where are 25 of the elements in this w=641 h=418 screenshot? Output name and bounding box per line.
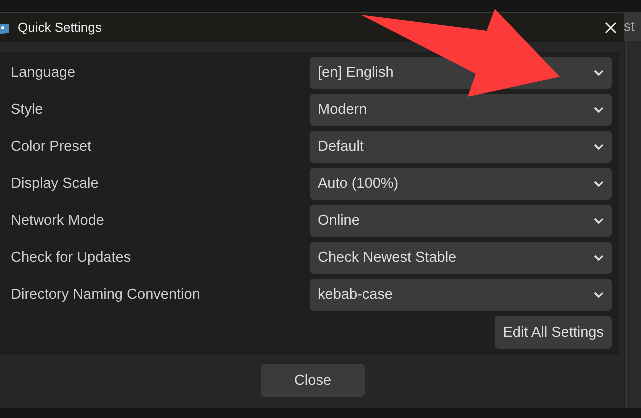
window-title: Quick Settings — [18, 20, 103, 35]
chevron-down-icon — [594, 106, 604, 114]
chevron-down-icon — [594, 144, 604, 150]
chevron-down-icon — [594, 254, 604, 262]
dropdown[interactable]: Modern — [310, 94, 612, 126]
setting-label: Network Mode — [11, 213, 106, 229]
close-icon[interactable] — [605, 22, 617, 34]
chevron-down-icon — [594, 218, 604, 224]
close-button[interactable]: Close — [261, 364, 365, 397]
setting-label: Color Preset — [11, 139, 93, 155]
dropdown[interactable]: kebab-case — [310, 279, 612, 311]
setting-label: Directory Naming Convention — [11, 287, 202, 303]
dropdown[interactable]: Default — [310, 131, 612, 163]
chevron-down-icon — [594, 70, 604, 76]
background-window-title: st — [624, 12, 641, 41]
chevron-down-icon — [594, 180, 604, 188]
setting-label: Check for Updates — [11, 250, 132, 266]
chevron-down-icon — [594, 292, 604, 298]
setting-label: Display Scale — [11, 176, 100, 192]
setting-label: Language — [11, 65, 77, 81]
dropdown[interactable]: Check Newest Stable — [310, 242, 612, 274]
dropdown[interactable]: Auto (100%) — [310, 168, 612, 200]
setting-label: Style — [11, 102, 44, 118]
dropdown[interactable]: Online — [310, 205, 612, 237]
edit-all-settings-button[interactable]: Edit All Settings — [495, 316, 612, 349]
